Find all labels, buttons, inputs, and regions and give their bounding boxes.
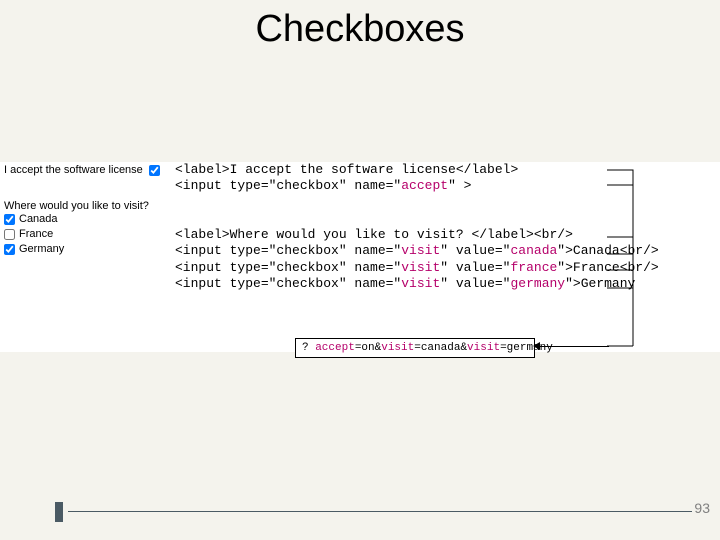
code-line-6a: <input type="checkbox" name=" (175, 260, 401, 275)
footer-divider (68, 511, 692, 512)
code-kw-france: france (510, 260, 557, 275)
arrow-left-icon (539, 346, 609, 347)
code-kw-visit3: visit (401, 276, 440, 291)
visit-question-label: Where would you like to visit? (4, 200, 171, 212)
code-line-7a: <input type="checkbox" name=" (175, 276, 401, 291)
code-kw-accept: accept (401, 178, 448, 193)
code-kw-visit1: visit (401, 243, 440, 258)
code-line-5a: <input type="checkbox" name=" (175, 243, 401, 258)
visit-germany-label: Germany (19, 242, 64, 257)
visit-canada-label: Canada (19, 212, 58, 227)
rendered-form-panel: I accept the software license Where woul… (0, 162, 175, 259)
code-line-1: <label>I accept the software license</la… (175, 162, 518, 177)
query-prefix: ? (302, 342, 315, 354)
query-sep1: =on& (355, 342, 381, 354)
code-line-2a: <input type="checkbox" name=" (175, 178, 401, 193)
visit-france-checkbox[interactable] (4, 229, 15, 240)
code-line-5c: ">Canada<br/> (557, 243, 658, 258)
code-line-5b: " value=" (440, 243, 510, 258)
content-panel: I accept the software license Where woul… (0, 162, 720, 352)
footer-accent-icon (55, 502, 63, 522)
slide-title: Checkboxes (0, 8, 720, 51)
query-key-visit2: visit (467, 342, 500, 354)
code-line-6b: " value=" (440, 260, 510, 275)
code-line-6c: ">France<br/> (557, 260, 658, 275)
code-kw-germany: germany (510, 276, 565, 291)
code-kw-visit2: visit (401, 260, 440, 275)
accept-checkbox[interactable] (149, 165, 160, 176)
query-key-accept: accept (315, 342, 355, 354)
query-tail: =germany (500, 342, 553, 354)
code-line-2b: " > (448, 178, 471, 193)
code-line-7b: " value=" (440, 276, 510, 291)
code-line-4: <label>Where would you like to visit? </… (175, 227, 573, 242)
query-sep2: =canada& (414, 342, 467, 354)
visit-france-label: France (19, 227, 53, 242)
query-key-visit1: visit (381, 342, 414, 354)
page-number: 93 (694, 500, 710, 516)
source-code-panel: <label>I accept the software license</la… (175, 162, 605, 292)
accept-label: I accept the software license (4, 164, 143, 176)
visit-canada-checkbox[interactable] (4, 214, 15, 225)
query-string-box: ? accept=on&visit=canada&visit=germany (295, 338, 535, 358)
visit-germany-checkbox[interactable] (4, 244, 15, 255)
code-kw-canada: canada (510, 243, 557, 258)
code-line-7c: ">Germany (565, 276, 635, 291)
